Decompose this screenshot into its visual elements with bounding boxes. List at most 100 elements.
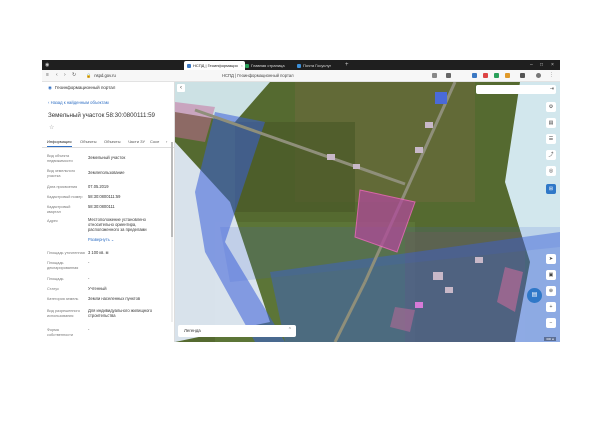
site-favicon-icon	[297, 63, 301, 68]
property-value: 58:30:0800111:59	[88, 194, 121, 199]
property-label: Площадь декларированная	[47, 261, 79, 270]
property-label: Вид разрешенного использования	[47, 309, 80, 318]
property-label: Кадастровый квартал	[47, 205, 71, 214]
tab-mail[interactable]: Почта Госуслуг	[294, 61, 349, 70]
layers-icon: ▤	[548, 120, 554, 126]
building	[425, 122, 433, 128]
tab-objects-2[interactable]: Объекты	[104, 138, 121, 146]
profile-avatar[interactable]	[536, 73, 541, 78]
map-canvas[interactable]	[175, 82, 560, 342]
property-label: Площадь	[47, 277, 64, 281]
tab-main-page[interactable]: Главная страница	[242, 61, 299, 70]
property-value: Для индивидуального жилищного строительс…	[88, 308, 153, 318]
back-icon[interactable]: ‹	[56, 71, 58, 80]
chevron-down-icon: ⌄	[110, 237, 115, 242]
tabs-scroll-right-icon[interactable]: ›	[166, 138, 167, 146]
more-icon[interactable]: ⋮	[549, 71, 554, 80]
globe-icon: ◎	[548, 168, 554, 174]
chat-button[interactable]: ▤	[527, 288, 542, 303]
property-value: -	[88, 260, 90, 265]
close-window-icon[interactable]: ×	[551, 60, 554, 70]
property-value: -	[88, 327, 90, 332]
maximize-icon[interactable]: □	[540, 60, 543, 70]
reader-icon[interactable]	[446, 73, 451, 78]
bookmark-icon[interactable]	[432, 73, 437, 78]
reload-icon[interactable]: ↻	[72, 71, 76, 80]
property-value: 3 100 кв. м	[88, 250, 109, 255]
extension-icon[interactable]	[494, 73, 499, 78]
list-icon: ☰	[548, 136, 554, 142]
tab-information[interactable]: Информация	[47, 138, 72, 147]
list-button[interactable]: ☰	[546, 134, 556, 144]
measure-button[interactable]: ⊞	[546, 184, 556, 194]
building	[327, 154, 335, 160]
share-button[interactable]: ⤴	[546, 150, 556, 160]
ruler-icon: ⊞	[548, 186, 554, 192]
downloads-icon[interactable]	[520, 73, 525, 78]
panel-scrollbar-thumb[interactable]	[171, 142, 173, 237]
gps-button[interactable]: ⊕	[546, 286, 556, 296]
tab-label: Главная страница	[251, 63, 285, 68]
object-info-panel: ◉ Геоинформационный портал ‹ Назад к найд…	[42, 82, 175, 342]
favorite-star-icon[interactable]: ☆	[49, 124, 54, 131]
property-value: -	[88, 276, 90, 281]
globe-button[interactable]: ◎	[546, 166, 556, 176]
legend-dropdown[interactable]: Легенда ⌃	[178, 325, 296, 337]
legend-label: Легенда	[184, 328, 201, 333]
tab-neighbors[interactable]: Сосе	[150, 138, 159, 146]
tab-parts[interactable]: Части ЗУ	[128, 138, 145, 146]
gps-icon: ⊕	[548, 288, 554, 294]
property-value: 07.05.2019	[88, 184, 109, 189]
browser-window: ◉ НСПД | Геоинформацио × Главная страниц…	[42, 60, 560, 342]
print-button[interactable]: ▣	[546, 270, 556, 280]
building	[415, 147, 423, 153]
tab-objects[interactable]: Объекты	[80, 138, 97, 146]
site-favicon-icon	[187, 63, 191, 68]
tab-label: Почта Госуслуг	[303, 63, 332, 68]
zoom-in-button[interactable]: +	[546, 302, 556, 312]
expand-link-text: Развернуть	[88, 237, 110, 242]
property-label: Форма собственности	[47, 328, 73, 337]
property-value: Местоположение установлено относительно …	[88, 217, 147, 232]
chevron-updown-icon: ⌃	[287, 327, 292, 333]
back-to-results-link[interactable]: ‹ Назад к найденным объектам	[48, 100, 109, 105]
extension-icon[interactable]	[472, 73, 477, 78]
settings-button[interactable]: ⚙	[546, 102, 556, 112]
property-value: 58:30:0800111	[88, 204, 115, 209]
gear-icon: ⚙	[548, 104, 554, 110]
browser-menu-icon[interactable]: ◉	[45, 60, 49, 70]
zoom-out-button[interactable]: −	[546, 318, 556, 328]
property-value: Земельный участок	[88, 155, 126, 160]
minus-icon: −	[549, 320, 553, 326]
panel-header: ◉ Геоинформационный портал	[48, 85, 115, 91]
minimize-icon[interactable]: –	[530, 60, 533, 70]
building	[415, 302, 423, 308]
panel-header-text: Геоинформационный портал	[54, 85, 116, 90]
map-view[interactable]: ‹ ⇥ ⚙ ▤ ☰ ⤴ ◎ ⊞ ➤ ▣ ⊕ + − ▤ Легенда ⌃ 30…	[175, 82, 560, 342]
new-tab-icon[interactable]: +	[345, 60, 349, 70]
menu-icon[interactable]: ≡	[46, 71, 49, 80]
lock-icon: 🔒	[86, 73, 92, 78]
back-link-text: Назад к найденным объектам	[50, 100, 109, 105]
property-label: Площадь уточненная	[47, 251, 85, 255]
location-pin-icon: ◉	[48, 85, 52, 90]
page-content: ◉ Геоинформационный портал ‹ Назад к найд…	[42, 82, 560, 342]
building	[353, 164, 360, 169]
locate-button[interactable]: ➤	[546, 254, 556, 264]
property-value: Учтенный	[88, 286, 107, 291]
extension-icon[interactable]	[483, 73, 488, 78]
property-label: Статус	[47, 287, 60, 291]
tab-nspd[interactable]: НСПД | Геоинформацио ×	[184, 61, 245, 70]
chat-icon: ▤	[531, 292, 538, 298]
expand-address-link[interactable]: Развернуть ⌄	[88, 237, 168, 243]
forward-icon[interactable]: ›	[64, 71, 66, 80]
building	[433, 272, 443, 280]
extension-icon[interactable]	[505, 73, 510, 78]
building	[445, 287, 453, 293]
map-search-input[interactable]: ⇥	[476, 85, 556, 94]
layers-button[interactable]: ▤	[546, 118, 556, 128]
collapse-panel-button[interactable]: ‹	[177, 84, 185, 92]
login-icon[interactable]: ⇥	[550, 86, 554, 92]
object-title: Земельный участок 58:30:0800111:59	[48, 112, 155, 119]
tab-label: НСПД | Геоинформацио	[193, 63, 238, 68]
